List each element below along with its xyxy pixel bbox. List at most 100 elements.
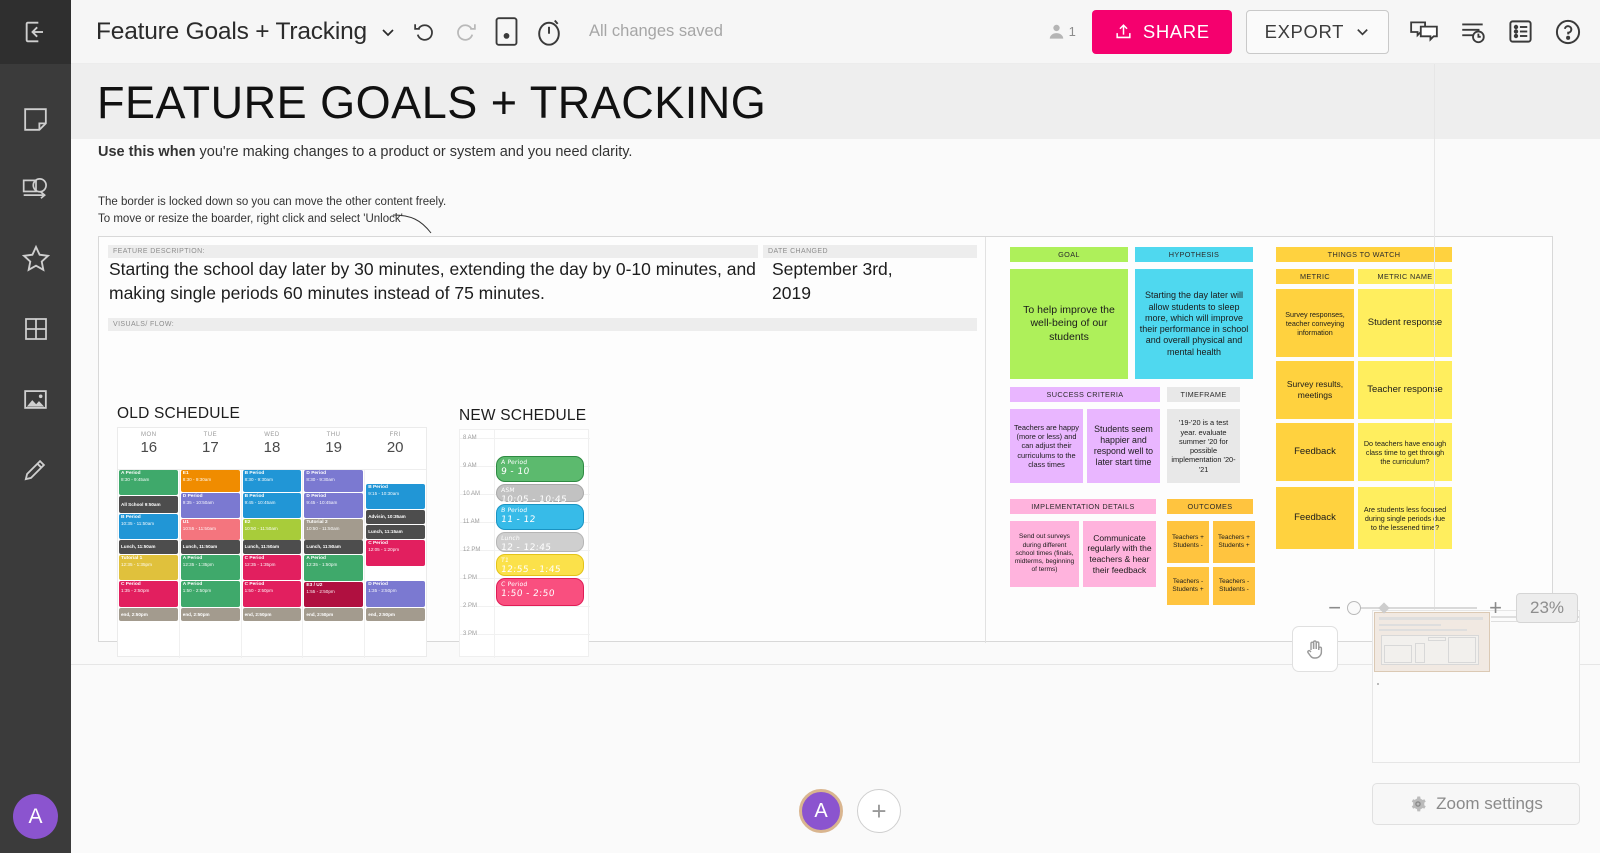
add-collaborator-button[interactable]: +: [857, 789, 901, 833]
calendar-event[interactable]: A Period 1:50 - 2:50pm: [180, 581, 240, 607]
sticky-note[interactable]: To help improve the well-being of our st…: [1010, 269, 1128, 379]
calendar-event[interactable]: U1 10:55 - 11:50am: [180, 519, 240, 540]
zoom-slider-knob[interactable]: [1347, 601, 1362, 615]
sticky-note[interactable]: Teacher response: [1358, 361, 1452, 419]
calendar-event[interactable]: Lunch, 11:50am: [119, 540, 178, 554]
feature-description-text[interactable]: Starting the school day later by 30 minu…: [109, 257, 759, 305]
calendar-event[interactable]: Tutorial 1 12:35 - 1:35pm: [119, 555, 178, 580]
handwritten-schedule-block[interactable]: A Period 9 - 10: [496, 456, 584, 482]
export-button[interactable]: EXPORT: [1245, 9, 1389, 54]
new-schedule-calendar[interactable]: 8 AM 9 AM 10 AM 11 AM 12 PM 1 PM 2 PM 3 PM A Pe…: [459, 429, 590, 658]
sticky-note[interactable]: Survey responses, teacher conveying info…: [1276, 289, 1354, 357]
calendar-event[interactable]: E3 / U2 1:55 - 2:50pm: [304, 582, 364, 607]
help-icon[interactable]: [1554, 18, 1582, 46]
comment-icon[interactable]: [1409, 19, 1439, 45]
chevron-down-icon[interactable]: [380, 24, 396, 40]
calendar-event[interactable]: Lunch, 11:50am: [242, 540, 302, 554]
zoom-out-button[interactable]: −: [1328, 597, 1341, 619]
calendar-event[interactable]: end, 2:50pm: [242, 608, 302, 621]
frame-icon[interactable]: [494, 16, 519, 47]
calendar-event[interactable]: B Period 9:45 - 10:45am: [242, 493, 302, 518]
sidebar-avatar[interactable]: A: [13, 794, 58, 839]
sticky-category-label[interactable]: METRIC NAME: [1358, 269, 1452, 285]
sticky-category-label[interactable]: TIMEFRAME: [1167, 387, 1240, 403]
sticky-note[interactable]: Communicate regularly with the teachers …: [1083, 521, 1156, 587]
sticky-category-label[interactable]: OUTCOMES: [1167, 499, 1253, 515]
calendar-event[interactable]: end, 2:50pm: [119, 608, 178, 621]
calendar-event[interactable]: Tutorial 2 10:50 - 11:50am: [304, 519, 364, 540]
calendar-event[interactable]: end, 2:50pm: [366, 608, 425, 621]
board-canvas[interactable]: FEATURE GOALS + TRACKING Use this when y…: [71, 64, 1600, 853]
calendar-event[interactable]: C Period 1:35 - 2:50pm: [119, 581, 178, 607]
calendar-event[interactable]: E2 10:50 - 11:50am: [242, 519, 302, 540]
sticky-note[interactable]: Teachers are happy (more or less) and ca…: [1010, 409, 1083, 483]
sticky-note[interactable]: Feedback: [1276, 423, 1354, 481]
zoom-in-button[interactable]: +: [1489, 597, 1502, 619]
sticky-note[interactable]: '19-'20 is a test year. evaluate summer …: [1167, 409, 1240, 483]
calendar-event[interactable]: E1 8:30 - 9:30am: [180, 470, 240, 492]
calendar-event[interactable]: D Period 9:45 - 10:45am: [304, 493, 364, 518]
handwritten-schedule-block[interactable]: T1 12:55 - 1:45: [496, 554, 584, 576]
calendar-event[interactable]: Advisin, 10:35am: [366, 510, 425, 524]
old-schedule-calendar[interactable]: MON 16 TUE 17 WED 18 THU 19 FRI 20 A Period 8:30 -…: [117, 427, 427, 658]
calendar-event[interactable]: end, 2:50pm: [180, 608, 240, 621]
undo-icon[interactable]: [412, 19, 437, 44]
handwritten-schedule-block[interactable]: B Period 11 - 12: [496, 504, 584, 530]
sticky-note[interactable]: Survey results, meetings: [1276, 361, 1354, 419]
date-changed-text[interactable]: September 3rd, 2019: [772, 257, 902, 305]
sticky-note[interactable]: Send out surveys during different school…: [1010, 521, 1079, 587]
calendar-event[interactable]: Lunch, 11:15am: [366, 525, 425, 539]
share-button[interactable]: SHARE: [1091, 9, 1232, 54]
handwritten-schedule-block[interactable]: C Period 1:50 - 2:50: [496, 578, 584, 606]
calendar-event[interactable]: C Period 1:50 - 2:50pm: [242, 581, 302, 607]
zoom-level[interactable]: 23%: [1516, 593, 1578, 623]
calendar-event[interactable]: B Period 9:15 - 10:30am: [366, 484, 425, 509]
back-button[interactable]: [0, 0, 71, 64]
sticky-note[interactable]: Student response: [1358, 289, 1452, 357]
sticky-note[interactable]: Teachers + Students -: [1167, 521, 1209, 563]
calendar-event[interactable]: B Period 8:30 - 9:30am: [242, 470, 302, 492]
calendar-event[interactable]: All School 9:50am: [119, 496, 178, 513]
zoom-slider[interactable]: [1347, 601, 1478, 615]
calendar-event[interactable]: D Period 1:35 - 2:50pm: [366, 581, 425, 607]
sticky-note[interactable]: Students seem happier and respond well t…: [1087, 409, 1160, 483]
sticky-note[interactable]: Teachers + Students +: [1213, 521, 1255, 563]
calendar-event[interactable]: D Period 8:30 - 9:30am: [304, 470, 364, 492]
activity-history-icon[interactable]: [1459, 19, 1487, 45]
sticky-category-label[interactable]: SUCCESS CRITERIA: [1010, 387, 1160, 403]
current-user-avatar[interactable]: A: [799, 789, 843, 833]
zoom-settings-button[interactable]: Zoom settings: [1372, 783, 1580, 825]
sticky-category-label[interactable]: METRIC: [1276, 269, 1354, 285]
list-icon[interactable]: [1507, 18, 1534, 45]
shapes-tool[interactable]: [0, 154, 71, 224]
timer-icon[interactable]: [535, 17, 563, 47]
calendar-event[interactable]: A Period 12:35 - 1:35pm: [180, 555, 240, 580]
calendar-event[interactable]: end, 2:50pm: [304, 608, 364, 621]
sticky-note[interactable]: Do teachers have enough class time to ge…: [1358, 423, 1452, 481]
minimap[interactable]: [1372, 610, 1580, 763]
sticky-note[interactable]: Starting the day later will allow studen…: [1135, 269, 1253, 379]
handwritten-schedule-block[interactable]: Lunch 12 - 12:45: [496, 532, 584, 553]
sticky-category-label[interactable]: GOAL: [1010, 247, 1128, 263]
pen-tool[interactable]: [0, 434, 71, 504]
sticky-category-label[interactable]: THINGS TO WATCH: [1276, 247, 1452, 263]
pan-hand-button[interactable]: [1292, 626, 1338, 672]
sticky-category-label[interactable]: HYPOTHESIS: [1135, 247, 1253, 263]
document-title[interactable]: Feature Goals + Tracking: [96, 18, 367, 46]
calendar-event[interactable]: C Period 12:35 - 1:35pm: [242, 555, 302, 580]
presence-indicator[interactable]: 1: [1047, 22, 1076, 41]
vote-star-tool[interactable]: [0, 224, 71, 294]
sticky-note[interactable]: Teachers - Students +: [1167, 567, 1209, 605]
calendar-event[interactable]: A Period 8:30 - 9:45am: [119, 470, 178, 495]
redo-icon[interactable]: [453, 19, 478, 44]
calendar-event[interactable]: Lunch, 11:50am: [304, 540, 364, 554]
sticky-note[interactable]: Feedback: [1276, 487, 1354, 549]
calendar-event[interactable]: A Period 12:35 - 1:50pm: [304, 555, 364, 581]
calendar-event[interactable]: D Period 9:35 - 10:50am: [180, 493, 240, 518]
sticky-note-tool[interactable]: [0, 84, 71, 154]
grid-tool[interactable]: [0, 294, 71, 364]
calendar-event[interactable]: Lunch, 11:50am: [180, 540, 240, 554]
image-tool[interactable]: [0, 364, 71, 434]
sticky-note[interactable]: Teachers - Students -: [1213, 567, 1255, 605]
calendar-event[interactable]: B Period 10:35 - 11:50am: [119, 514, 178, 539]
